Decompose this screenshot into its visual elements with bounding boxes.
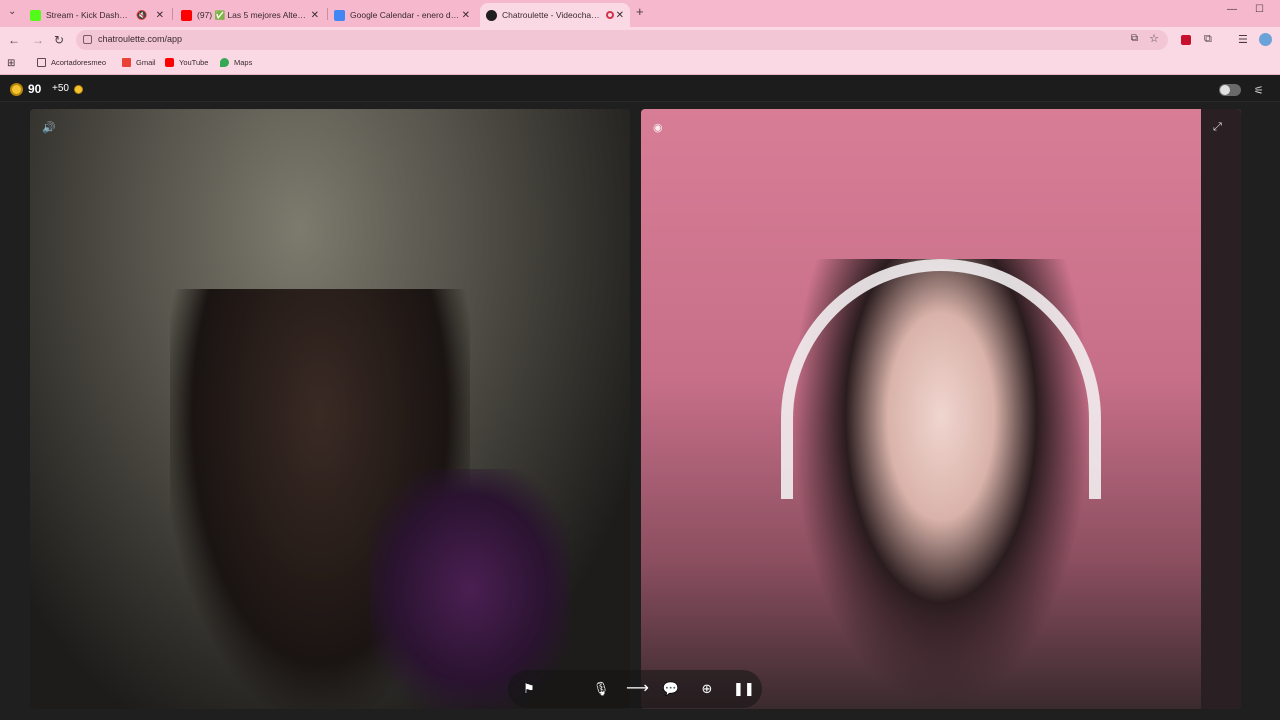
door-frame [1201,109,1241,709]
bookmark-label: Acortadoresmeo [51,58,107,67]
speaker-icon[interactable]: 🔊 [42,121,56,134]
maps-pin-icon [220,58,229,67]
close-tab-icon[interactable]: ✕ [462,10,470,21]
partner-video-feed: ◉ ⤢ [641,109,1241,709]
bookmark-youtube[interactable]: YouTube [165,58,208,67]
extension-icon[interactable] [1181,35,1191,45]
tab-chatroulette[interactable]: Chatroulette - Videochat al ✕ [480,3,630,27]
gmail-icon [122,58,131,67]
bookmark-label: Gmail [136,58,156,67]
new-tab-button[interactable]: + [636,4,644,19]
reload-icon[interactable]: ↻ [54,33,64,47]
close-tab-icon[interactable]: ✕ [156,10,164,21]
mic-icon[interactable]: 🎙 [592,680,610,698]
bookmarks-bar: ⊞ Acortadoresmeo Gmail YouTube Maps [0,53,1280,75]
bookmark-label: YouTube [179,58,209,67]
call-controls-bar: ⚑ 🎙 ⟶ 💬 ⊕ ❚❚ [508,670,762,708]
muted-icon[interactable]: 🔇 [136,10,147,21]
bookmark-acortadoresmeo[interactable]: Acortadoresmeo [37,58,106,67]
tab-title: Google Calendar - enero de 20 [350,10,460,20]
tab-youtube-video[interactable]: (97) ✅ Las 5 mejores Alternati ✕ [175,3,325,27]
reading-list-icon[interactable]: ☰ [1238,33,1248,46]
bookmark-star-icon[interactable]: ☆ [1149,32,1159,45]
calendar-favicon-icon [334,9,345,21]
next-arrow-icon[interactable]: ⟶ [626,680,649,698]
site-info-icon[interactable] [83,35,92,44]
expand-icon[interactable]: ⤢ [1213,121,1222,134]
flag-icon[interactable]: ⚑ [520,680,538,698]
app-header: 90 +50 [0,76,1280,102]
bookmark-label: Maps [234,58,253,67]
tab-title: (97) ✅ Las 5 mejores Alternati [197,9,307,20]
translate-icon[interactable]: ⧉ [1131,33,1138,44]
camera-icon[interactable]: ◉ [653,121,663,134]
back-icon[interactable]: ← [8,33,20,47]
close-tab-icon[interactable]: ✕ [311,10,319,21]
tab-search-icon[interactable]: ⌄ [8,6,16,17]
coin-balance: 90 [28,82,42,96]
recording-icon [606,11,614,19]
local-video-feed: 🔊 [30,109,630,709]
bookmark-maps[interactable]: Maps [220,58,252,67]
tab-title: Chatroulette - Videochat al [502,10,602,20]
browser-tab-strip: ⌄ Stream - Kick Dashboard 🔇 ✕ (97) ✅ Las… [0,0,1280,27]
forward-icon[interactable]: → [32,33,44,47]
bookmark-gmail[interactable]: Gmail [122,58,156,67]
chat-icon[interactable]: 💬 [662,680,680,698]
maximize-window-icon[interactable]: ☐ [1255,4,1264,15]
extensions-puzzle-icon[interactable]: ⧉ [1204,33,1212,46]
toggle-knob [1220,85,1230,95]
bonus-coin-icon [74,85,83,94]
apps-grid-icon[interactable]: ⊞ [7,58,15,69]
chatroulette-favicon-icon [486,9,497,21]
settings-sliders-icon[interactable]: ⚟ [1254,84,1264,97]
address-bar[interactable]: chatroulette.com/app ⧉ ☆ [76,30,1168,50]
profile-avatar[interactable] [1259,33,1272,46]
minimize-window-icon[interactable]: — [1227,4,1237,15]
coin-icon [10,83,23,96]
close-tab-icon[interactable]: ✕ [616,10,624,21]
pause-icon[interactable]: ❚❚ [733,680,755,698]
youtube-favicon-icon [181,9,192,21]
tab-kick-dashboard[interactable]: Stream - Kick Dashboard 🔇 ✕ [24,3,170,27]
theme-toggle[interactable] [1219,84,1241,96]
add-friend-icon[interactable]: ⊕ [698,680,716,698]
kick-favicon-icon [30,9,41,21]
tab-google-calendar[interactable]: Google Calendar - enero de 20 ✕ [328,3,476,27]
browser-toolbar: ← → ↻ chatroulette.com/app ⧉ ☆ ⧉ ☰ [0,27,1280,53]
folder-icon [37,58,46,67]
youtube-icon [165,58,174,67]
bonus-coins: +50 [52,83,69,94]
url-text: chatroulette.com/app [98,34,183,44]
tab-title: Stream - Kick Dashboard [46,10,130,20]
tab-divider [172,8,173,20]
